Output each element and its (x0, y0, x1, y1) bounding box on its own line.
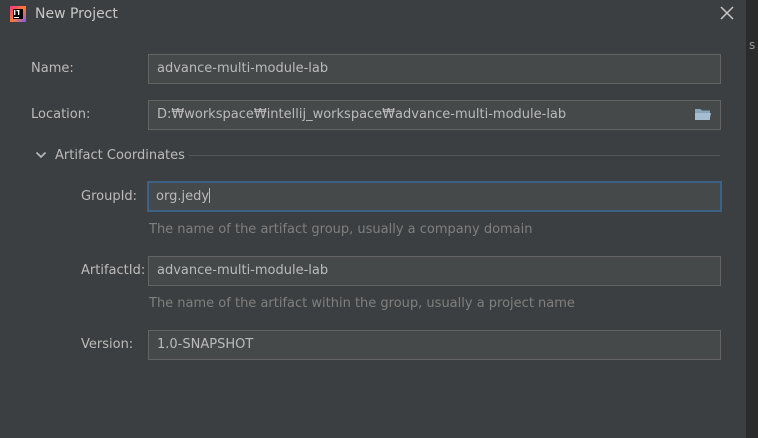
chevron-down-icon[interactable] (33, 147, 49, 163)
location-label: Location: (31, 107, 91, 122)
artifactid-label: ArtifactId: (81, 263, 146, 278)
name-value: advance-multi-module-lab (157, 61, 329, 76)
groupid-value: org.jedy (156, 189, 210, 204)
groupid-input[interactable]: org.jedy (147, 181, 722, 212)
artifactid-value: advance-multi-module-lab (157, 263, 329, 278)
title-bar: New Project (0, 0, 746, 30)
artifactid-input[interactable]: advance-multi-module-lab (148, 256, 721, 286)
name-label: Name: (31, 61, 74, 76)
folder-icon[interactable] (694, 107, 712, 122)
groupid-label: GroupId: (81, 189, 138, 204)
location-input[interactable]: D:₩workspace₩intellij_workspace₩advance-… (148, 100, 721, 130)
version-input[interactable]: 1.0-SNAPSHOT (148, 330, 721, 360)
artifactid-hint: The name of the artifact within the grou… (149, 296, 575, 311)
close-icon[interactable] (717, 3, 737, 23)
window-title: New Project (35, 6, 118, 22)
text-caret (209, 188, 211, 203)
background-window-edge (746, 0, 758, 438)
intellij-icon (10, 6, 26, 22)
name-input[interactable]: advance-multi-module-lab (148, 54, 721, 84)
location-value: D:₩workspace₩intellij_workspace₩advance-… (157, 107, 567, 122)
version-value: 1.0-SNAPSHOT (157, 337, 254, 352)
background-window-text: s (749, 38, 756, 52)
groupid-hint: The name of the artifact group, usually … (149, 222, 533, 237)
version-label: Version: (81, 337, 134, 352)
artifact-coordinates-title[interactable]: Artifact Coordinates (55, 148, 185, 163)
section-divider (189, 155, 720, 156)
